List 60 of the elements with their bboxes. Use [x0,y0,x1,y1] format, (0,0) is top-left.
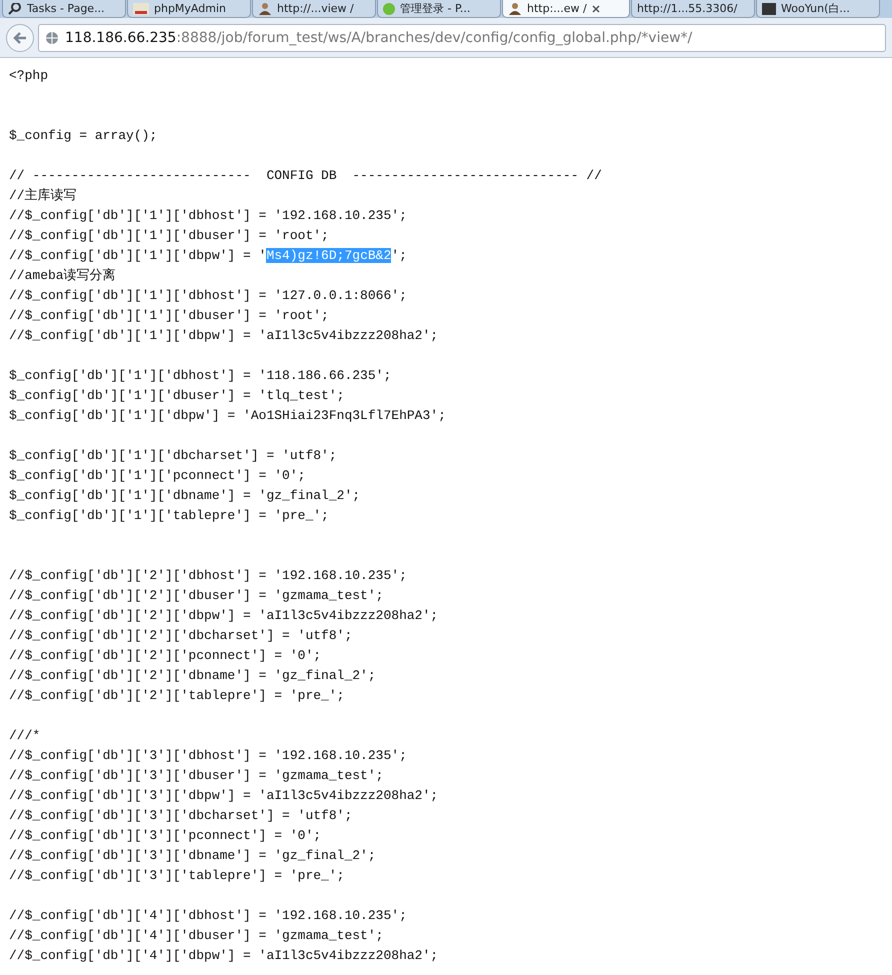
code-line: $_config['db']['1']['dbpw'] = 'Ao1SHiai23Fnq3Lfl7EhPA3'; [9,407,447,425]
code-line: //主库读写 [9,187,78,205]
code-line: //$_config['db']['2']['dbuser'] = 'gzmama_test'; [9,587,384,605]
code-line: //$_config['db']['1']['dbpw'] = 'aI1l3c5v4ibzzz208ha2'; [9,327,440,345]
code-line: //$_config['db']['2']['pconnect'] = '0'; [9,647,322,665]
code-line: $_config['db']['1']['dbcharset'] = 'utf8'; [9,447,338,465]
code-line: //$_config['db']['4']['dbhost'] = '192.168.10.235'; [9,907,408,925]
code-line: //$_config['db']['1']['dbuser'] = 'root'; [9,227,330,245]
tab-title: http://...view / [277,2,354,15]
code-line: //$_config['db']['2']['dbhost'] = '192.168.10.235'; [9,567,408,585]
code-line: $_config['db']['1']['tablepre'] = 'pre_'; [9,507,330,525]
code-line: //$_config['db']['3']['tablepre'] = 'pre_'; [9,867,346,885]
code-line: //$_config['db']['2']['dbname'] = 'gz_final_2'; [9,667,377,685]
code-line: //$_config['db']['3']['pconnect'] = '0'; [9,827,322,845]
code-line: $_config['db']['1']['dbname'] = 'gz_final_2'; [9,487,362,505]
code-line: //$_config['db']['3']['dbpw'] = 'aI1l3c5v4ibzzz208ha2'; [9,787,440,805]
code-line: //$_config['db']['3']['dbcharset'] = 'utf8'; [9,807,354,825]
browser-tab[interactable]: WooYun(白... [756,0,880,18]
tab-title: http://1...55.3306/ [637,2,738,15]
browser-tab[interactable]: Tasks - Page... [2,0,126,18]
code-line: //$_config['db']['1']['dbhost'] = '192.168.10.235'; [9,207,408,225]
globe-icon [45,30,59,44]
square-icon [762,2,776,14]
code-line: //$_config['db']['4']['dbpw'] = 'aI1l3c5v4ibzzz208ha2'; [9,947,440,965]
tab-title: 管理登录 - P... [400,2,470,15]
code-line: //$_config['db']['4']['dbuser'] = 'gzmama_test'; [9,927,384,945]
code-line: //$_config['db']['2']['tablepre'] = 'pre_'; [9,687,346,705]
code-line: $_config = array(); [9,127,158,145]
browser-tab[interactable]: phpMyAdmin [127,0,251,18]
magnifier-icon [8,2,22,14]
code-line: //$_config['db']['1']['dbpw'] = 'Ms4)gz!6D;7gcB&2'; [9,247,408,265]
browser-tab[interactable]: http://...view / [252,0,376,18]
code-line: //$_config['db']['1']['dbuser'] = 'root'; [9,307,330,325]
code-line: $_config['db']['1']['dbhost'] = '118.186.66.235'; [9,367,392,385]
code-line: <?php [9,67,50,85]
code-line: //$_config['db']['2']['dbcharset'] = 'utf8'; [9,627,354,645]
code-line: $_config['db']['1']['dbuser'] = 'tlq_test'; [9,387,346,405]
close-icon[interactable] [592,4,600,12]
code-line: //$_config['db']['1']['dbhost'] = '127.0.0.1:8066'; [9,287,408,305]
browser-tab[interactable]: 管理登录 - P... [377,0,501,18]
url-text: 118.186.66.235:8888/job/forum_test/ws/A/branches/dev/config/config_global.php/*view*/ [65,30,692,46]
code-line: //$_config['db']['3']['dbhost'] = '192.168.10.235'; [9,747,408,765]
code-line: ///* [9,727,42,745]
browser-tab[interactable]: http://1...55.3306/ [631,0,755,18]
code-line: $_config['db']['1']['pconnect'] = '0'; [9,467,306,485]
code-line: // ---------------------------- CONFIG DB ----------------------------- // [9,167,603,185]
tab-title: phpMyAdmin [154,2,226,15]
tab-title: WooYun(白... [781,2,850,15]
tab-title: Tasks - Page... [27,2,105,15]
code-line: //$_config['db']['3']['dbuser'] = 'gzmama_test'; [9,767,384,785]
person-icon [508,2,522,14]
browser-tab[interactable]: http:...ew / [502,0,630,18]
code-line: //$_config['db']['2']['dbpw'] = 'aI1l3c5v4ibzzz208ha2'; [9,607,440,625]
address-field[interactable]: 118.186.66.235:8888/job/forum_test/ws/A/branches/dev/config/config_global.php/*view*/ [38,24,886,52]
tab-title: http:...ew / [527,2,587,15]
person-icon [258,2,272,14]
back-button[interactable] [6,24,34,52]
code-line: //$_config['db']['3']['dbname'] = 'gz_final_2'; [9,847,377,865]
back-arrow-icon [13,32,27,44]
code-line: //ameba读写分离 [9,267,117,285]
